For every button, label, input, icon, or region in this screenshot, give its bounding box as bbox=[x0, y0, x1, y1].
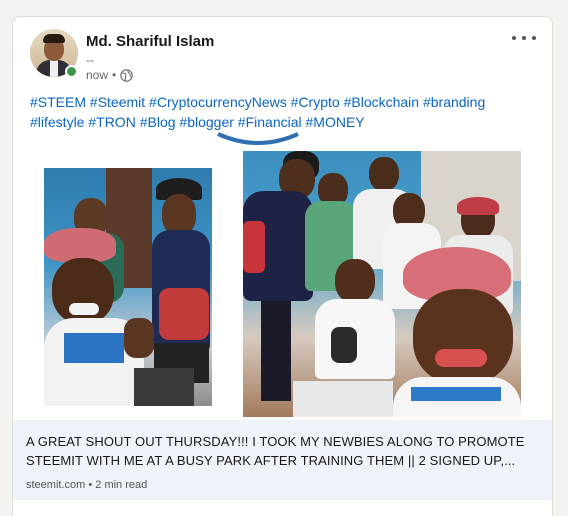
image-decoration-arc bbox=[217, 132, 299, 145]
post-hashtags: #STEEM #Steemit #CryptocurrencyNews #Cry… bbox=[30, 92, 535, 132]
hashtag-link[interactable]: #Crypto bbox=[291, 94, 340, 110]
photo-left bbox=[44, 168, 212, 406]
link-preview[interactable]: A GREAT SHOUT OUT THURSDAY!!! I TOOK MY … bbox=[13, 420, 552, 500]
link-preview-read-time: 2 min read bbox=[95, 479, 148, 491]
globe-icon bbox=[120, 68, 133, 82]
author-name[interactable]: Md. Shariful Islam bbox=[86, 33, 214, 50]
more-dot bbox=[522, 36, 526, 40]
link-preview-meta: steemit.com • 2 min read bbox=[26, 479, 147, 491]
hashtag-link[interactable]: #lifestyle bbox=[30, 114, 84, 130]
more-options-button[interactable] bbox=[512, 29, 536, 47]
meta-separator: • bbox=[112, 68, 117, 82]
post-header: Md. Shariful Islam -- now • bbox=[13, 17, 552, 97]
more-dot bbox=[532, 36, 536, 40]
link-preview-title[interactable]: A GREAT SHOUT OUT THURSDAY!!! I TOOK MY … bbox=[26, 432, 541, 470]
post-meta: now • bbox=[86, 68, 133, 82]
hashtag-link[interactable]: #branding bbox=[423, 94, 485, 110]
post-card: Md. Shariful Islam -- now • #STEEM #Stee… bbox=[12, 16, 553, 516]
more-horizontal-icon bbox=[512, 36, 516, 40]
hashtag-link[interactable]: #Blog bbox=[140, 114, 176, 130]
hashtag-link[interactable]: #blogger bbox=[179, 114, 234, 130]
link-preview-separator: • bbox=[88, 479, 93, 491]
hashtag-link[interactable]: #Steemit bbox=[90, 94, 145, 110]
hashtag-link[interactable]: #Financial bbox=[238, 114, 302, 130]
author-headline: -- bbox=[86, 53, 94, 67]
post-time: now bbox=[86, 68, 109, 82]
photo-right bbox=[243, 151, 521, 417]
hashtag-link[interactable]: #Blockchain bbox=[344, 94, 420, 110]
link-preview-domain: steemit.com bbox=[26, 479, 86, 491]
hashtag-link[interactable]: #MONEY bbox=[306, 114, 365, 130]
hashtag-link[interactable]: #CryptocurrencyNews bbox=[149, 94, 287, 110]
hashtag-link[interactable]: #TRON bbox=[88, 114, 135, 130]
online-status-dot bbox=[65, 65, 78, 78]
hashtag-link[interactable]: #STEEM bbox=[30, 94, 86, 110]
